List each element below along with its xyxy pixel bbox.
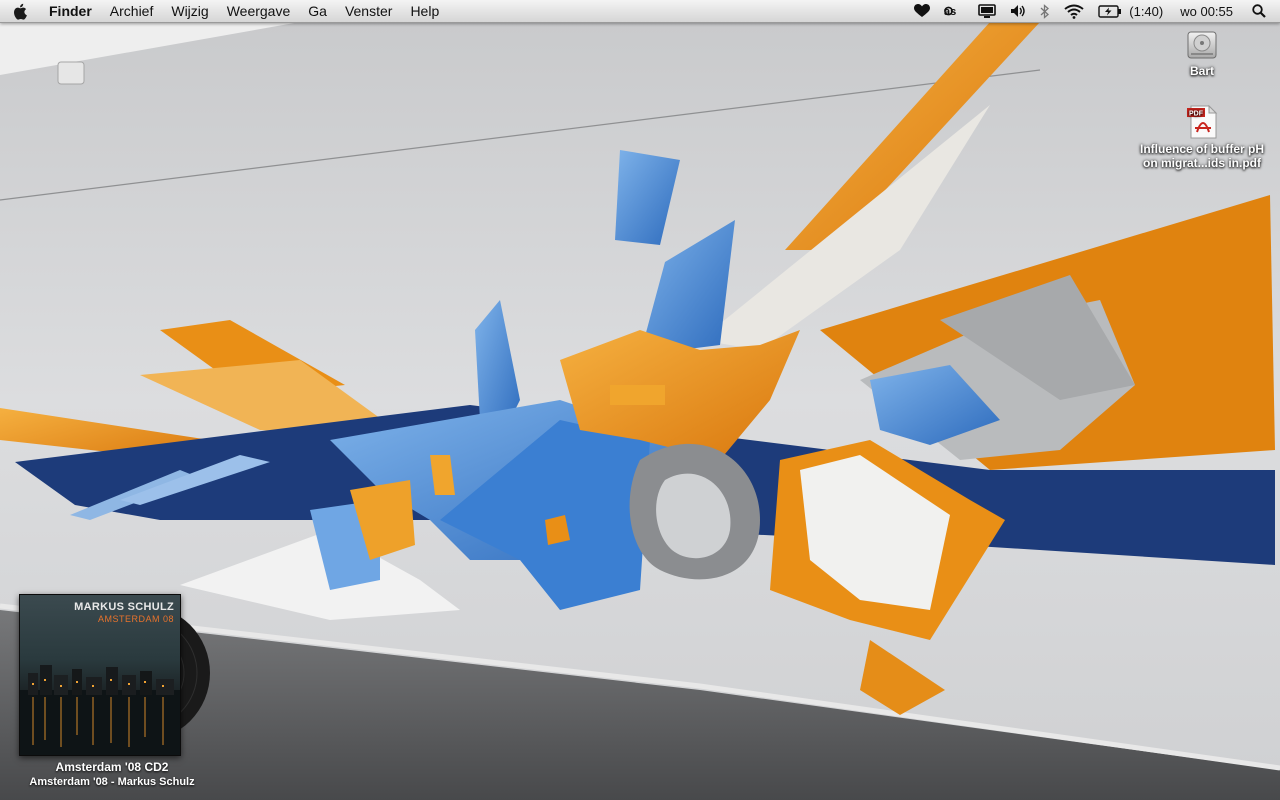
menu-clock[interactable]: wo 00:55 <box>1170 0 1245 22</box>
hard-drive-icon <box>1187 31 1217 59</box>
desktop-icon-label-line1: Influence of buffer pH <box>1140 142 1264 156</box>
lastfm-icon[interactable]: as <box>937 0 971 22</box>
menu-app-finder[interactable]: Finder <box>40 0 101 22</box>
menu-ga[interactable]: Ga <box>299 0 336 22</box>
desktop-icon-label-line2: on migrat...ids in.pdf <box>1143 156 1261 170</box>
desktop-icon-bart[interactable]: Bart <box>1172 28 1232 78</box>
album-cover[interactable]: MARKUS SCHULZ AMSTERDAM 08 <box>19 594 181 756</box>
volume-icon[interactable] <box>1003 0 1033 22</box>
battery-icon[interactable] <box>1091 0 1129 22</box>
menu-help[interactable]: Help <box>401 0 448 22</box>
cover-artist: MARKUS SCHULZ <box>74 601 174 613</box>
heart-icon[interactable] <box>907 0 937 22</box>
pdf-document-icon: PDF <box>1187 104 1218 139</box>
battery-time[interactable]: (1:40) <box>1129 0 1170 22</box>
spotlight-search-icon[interactable] <box>1245 0 1280 22</box>
desktop-icon-label: Bart <box>1189 64 1214 78</box>
menu-weergave[interactable]: Weergave <box>218 0 300 22</box>
menu-venster[interactable]: Venster <box>336 0 401 22</box>
album-subtitle: Amsterdam '08 - Markus Schulz <box>29 776 195 788</box>
desktop-icon-pdf[interactable]: PDF Influence of buffer pH on migrat...i… <box>1128 104 1276 170</box>
wifi-icon[interactable] <box>1057 0 1091 22</box>
desktop[interactable]: Finder Archief Wijzig Weergave Ga Venste… <box>0 0 1280 800</box>
cover-title: AMSTERDAM 08 <box>97 614 174 624</box>
menu-archief[interactable]: Archief <box>101 0 163 22</box>
bluetooth-icon[interactable] <box>1033 0 1057 22</box>
apple-menu-icon[interactable] <box>0 0 40 22</box>
menu-bar: Finder Archief Wijzig Weergave Ga Venste… <box>0 0 1280 23</box>
album-name: Amsterdam '08 CD2 <box>55 760 169 774</box>
itunes-album-widget[interactable]: MARKUS SCHULZ AMSTERDAM 08 Amsterdam '08… <box>14 592 220 792</box>
display-mirroring-icon[interactable] <box>971 0 1003 22</box>
menu-wijzig[interactable]: Wijzig <box>162 0 217 22</box>
pdf-badge: PDF <box>1189 111 1204 118</box>
